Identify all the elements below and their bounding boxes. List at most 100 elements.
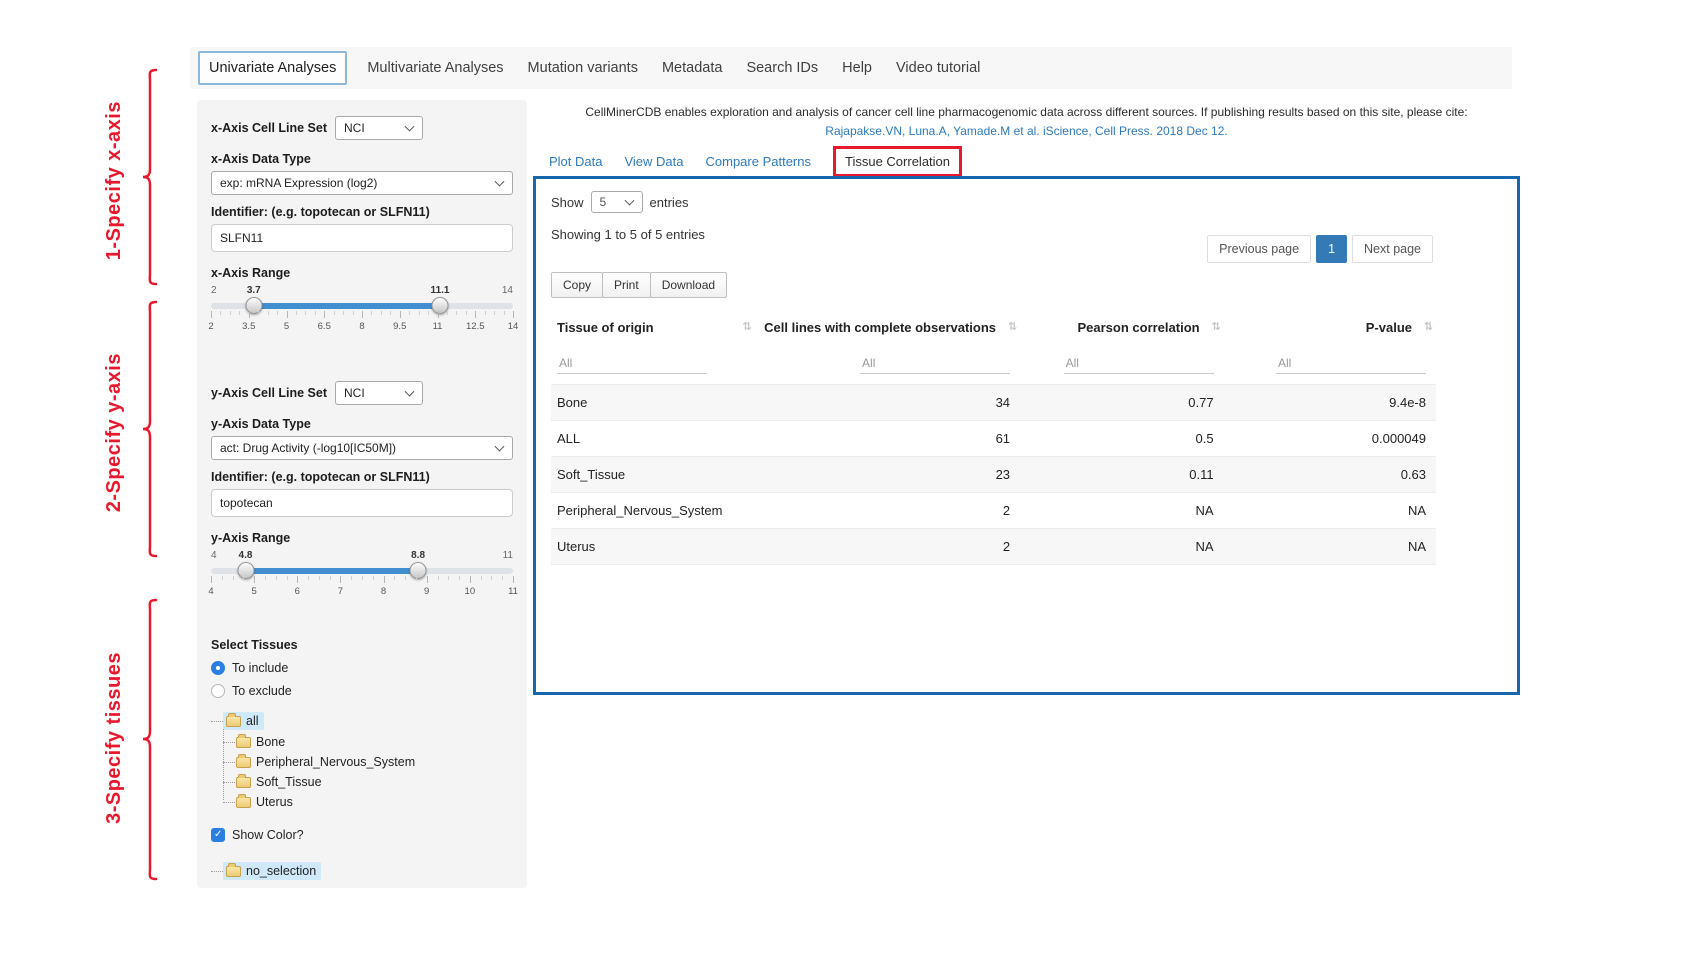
subtab-compare-patterns[interactable]: Compare Patterns [706,154,812,169]
copy-button[interactable]: Copy [551,272,603,298]
y-axis-range-slider[interactable]: 4114.88.84567891011 [211,550,513,612]
table-cell: 61 [755,421,1021,457]
tissue-radio-to-exclude[interactable]: To exclude [211,684,513,698]
table-row-peripheral-nervous-system[interactable]: Peripheral_Nervous_System2NANA [551,493,1436,529]
column-filter-input-cell-lines-with-complete-observations[interactable] [860,353,1010,374]
tree-connector [211,721,223,722]
citation-text: CellMinerCDB enables exploration and ana… [533,104,1520,120]
sort-icon[interactable]: ⇅ [1424,320,1433,333]
tissue-correlation-table: Tissue of origin⇅Cell lines with complet… [551,312,1436,565]
page-length-select[interactable]: 5 [591,191,643,213]
slider-max-label: 14 [502,285,513,296]
column-filter-input-pearson-correlation[interactable] [1064,353,1214,374]
tree-node-uterus[interactable]: Uterus [223,792,513,812]
sort-icon[interactable]: ⇅ [742,320,751,333]
subtab-view-data[interactable]: View Data [624,154,683,169]
table-row-uterus[interactable]: Uterus2NANA [551,529,1436,565]
tree-node-label: Soft_Tissue [256,775,322,789]
entries-label: entries [650,195,689,210]
table-cell: 0.11 [1020,457,1224,493]
tissue-radio-group: To include To exclude [211,661,513,698]
tissue-tree-children: BonePeripheral_Nervous_System Soft_Tissue… [223,732,513,812]
y-cell-line-set-select[interactable]: NCI [335,381,423,405]
column-header-label: P-value [1366,320,1412,335]
table-row-soft-tissue[interactable]: Soft_Tissue230.110.63 [551,457,1436,493]
x-cell-line-set-label: x-Axis Cell Line Set [211,121,327,135]
show-color-checkbox[interactable] [211,828,225,842]
previous-page-button[interactable]: Previous page [1207,235,1311,263]
download-button[interactable]: Download [650,272,727,298]
column-header-p-value[interactable]: P-value ⇅ [1224,312,1436,343]
y-identifier-input[interactable] [211,489,513,517]
nav-tab-video-tutorial[interactable]: Video tutorial [892,60,984,76]
tree-node-bone[interactable]: Bone [223,732,513,752]
tree-connector [223,782,235,783]
table-cell: NA [1020,529,1224,565]
subtab-bar: Plot Data View Data Compare Patterns Tissue… [549,146,962,177]
tree-connector [223,762,235,763]
x-identifier-input[interactable] [211,224,513,252]
table-cell: Bone [551,385,755,421]
folder-icon [226,716,241,727]
slider-grid: 23.556.589.51112.514 [211,311,513,337]
column-header-tissue-of-origin[interactable]: Tissue of origin⇅ [551,312,755,343]
folder-icon [236,797,251,808]
nav-tab-metadata[interactable]: Metadata [658,60,726,76]
citation-link[interactable]: Rajapakse.VN, Luna.A, Yamade.M et al. iS… [533,123,1520,139]
radio-label: To include [232,661,288,675]
column-header-cell-lines-with-complete-observations[interactable]: Cell lines with complete observations ⇅ [755,312,1021,343]
page-length-value: 5 [600,195,607,209]
next-page-button[interactable]: Next page [1352,235,1433,263]
nav-tab-help[interactable]: Help [838,60,876,76]
subtab-tissue-correlation[interactable]: Tissue Correlation [833,146,962,177]
pagination: Previous page 1 Next page [1202,235,1433,263]
tree-node-all[interactable]: all [211,710,513,732]
slider-fill [254,303,440,309]
sidebar-panel: x-Axis Cell Line Set NCI x-Axis Data Typ… [197,100,527,888]
x-cell-line-set-select[interactable]: NCI [335,116,423,140]
subtab-plot-data[interactable]: Plot Data [549,154,602,169]
table-row-bone[interactable]: Bone340.779.4e-8 [551,385,1436,421]
radio-label: To exclude [232,684,292,698]
table-cell: 23 [755,457,1021,493]
slider-to-label: 8.8 [411,550,425,561]
nav-tab-univariate-analyses[interactable]: Univariate Analyses [198,51,347,85]
x-data-type-select[interactable]: exp: mRNA Expression (log2) [211,171,513,195]
column-header-pearson-correlation[interactable]: Pearson correlation⇅ [1020,312,1224,343]
radio-icon [211,661,225,675]
table-cell: 34 [755,385,1021,421]
current-page-button[interactable]: 1 [1316,235,1347,263]
tree-node-peripheral-nervous-system[interactable]: Peripheral_Nervous_System [223,752,513,772]
x-axis-range-slider[interactable]: 2143.711.123.556.589.51112.514 [211,285,513,347]
select-tissues-title: Select Tissues [211,638,513,652]
nav-tab-search-ids[interactable]: Search IDs [742,60,822,76]
sort-icon[interactable]: ⇅ [1211,320,1220,333]
nav-tab-multivariate-analyses[interactable]: Multivariate Analyses [363,60,507,76]
selection-tree: no_selection [211,860,513,882]
folder-icon [236,737,251,748]
show-color-row[interactable]: Show Color? [211,828,513,842]
sort-icon[interactable]: ⇅ [1008,320,1017,333]
radio-icon [211,684,225,698]
nav-tab-mutation-variants[interactable]: Mutation variants [524,60,642,76]
slider-min-label: 4 [211,550,217,561]
column-filter-input-p-value[interactable] [1276,353,1426,374]
column-header-label: Cell lines with complete observations [764,320,996,335]
table-cell: 2 [755,529,1021,565]
table-cell: Soft_Tissue [551,457,755,493]
tree-node-soft-tissue[interactable]: Soft_Tissue [223,772,513,792]
table-row-all[interactable]: ALL610.50.000049 [551,421,1436,457]
slider-from-label: 4.8 [239,550,253,561]
annotation-bracket-step2 [140,300,160,558]
tissue-table-head-row: Tissue of origin⇅Cell lines with complet… [551,312,1436,343]
folder-icon [236,777,251,788]
tissue-radio-to-include[interactable]: To include [211,661,513,675]
y-range-label: y-Axis Range [211,531,513,545]
column-filter-input-tissue-of-origin[interactable] [557,353,707,374]
tree-node-label: all [246,714,259,728]
tree-node-no-selection[interactable]: no_selection [211,860,513,882]
tree-connector [211,871,223,872]
y-data-type-select[interactable]: act: Drug Activity (-log10[IC50M]) [211,436,513,460]
print-button[interactable]: Print [602,272,651,298]
tree-node-all-highlight: all [223,712,264,730]
